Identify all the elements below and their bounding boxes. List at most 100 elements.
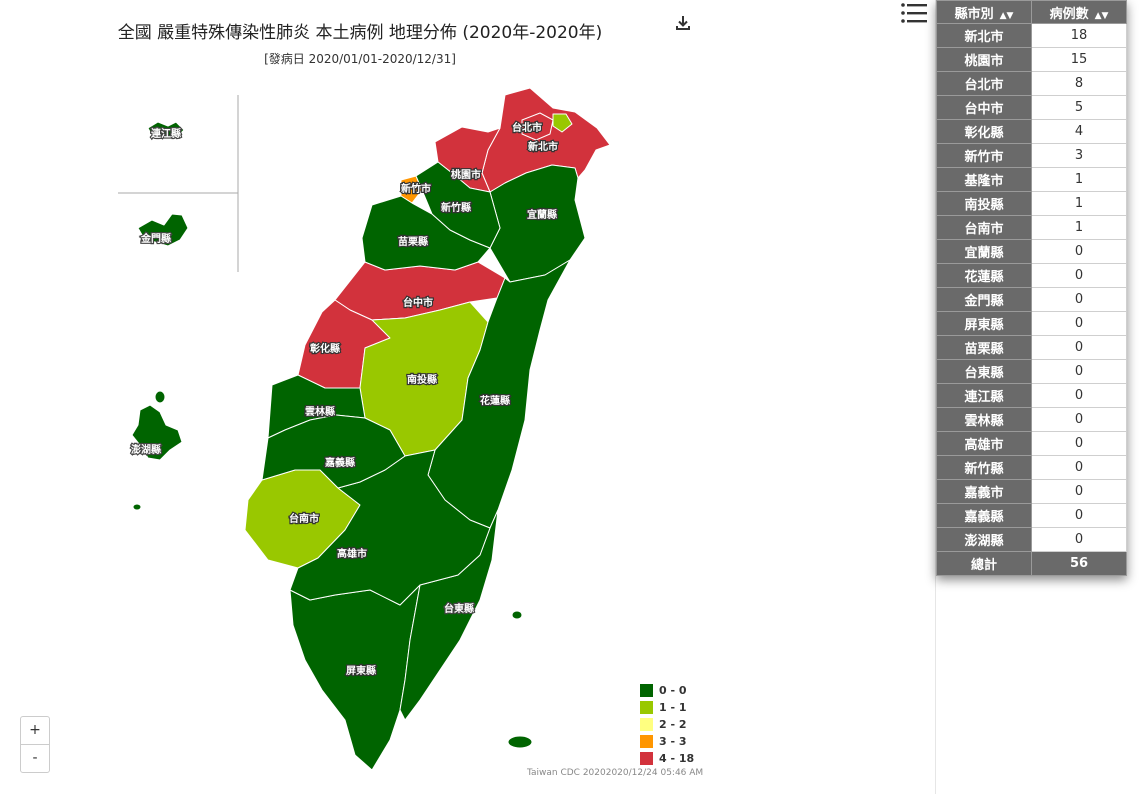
- legend-label: 3 - 3: [659, 735, 687, 748]
- map-region-label: 金門縣: [140, 232, 171, 245]
- legend-swatch: [640, 684, 653, 697]
- case-count-cell: 1: [1031, 167, 1127, 192]
- case-count-cell: 0: [1031, 503, 1127, 528]
- table-row: 高雄市 0: [936, 431, 1127, 456]
- legend-label: 4 - 18: [659, 752, 695, 765]
- case-count-cell: 15: [1031, 47, 1127, 72]
- table-row: 連江縣 0: [936, 383, 1127, 408]
- map-region[interactable]: [334, 261, 506, 321]
- map-region[interactable]: [289, 584, 421, 771]
- table-row: 基隆市 1: [936, 167, 1127, 192]
- column-header-cases-label: 病例數: [1049, 6, 1089, 22]
- legend-swatch: [640, 735, 653, 748]
- map-legend: 0 - 0 1 - 1 2 - 2 3 - 3 4 - 18: [640, 682, 694, 767]
- map-region-label: 雲林縣: [305, 405, 335, 418]
- legend-swatch: [640, 718, 653, 731]
- case-count-cell: 0: [1031, 431, 1127, 456]
- column-header-county-label: 縣市別: [954, 6, 994, 22]
- legend-swatch: [640, 701, 653, 714]
- map-region-label: 南投縣: [407, 373, 437, 386]
- county-name-cell: 南投縣: [936, 191, 1032, 216]
- table-row: 台南市 1: [936, 215, 1127, 240]
- county-name-cell: 金門縣: [936, 287, 1032, 312]
- county-name-cell: 高雄市: [936, 431, 1032, 456]
- table-row: 新竹縣 0: [936, 455, 1127, 480]
- legend-label: 2 - 2: [659, 718, 687, 731]
- total-value: 56: [1031, 551, 1127, 576]
- county-name-cell: 台中市: [936, 95, 1032, 120]
- county-name-cell: 苗栗縣: [936, 335, 1032, 360]
- county-name-cell: 台北市: [936, 71, 1032, 96]
- map-region-label: 新竹縣: [441, 201, 471, 214]
- county-name-cell: 連江縣: [936, 383, 1032, 408]
- island-shape: [511, 610, 523, 620]
- legend-label: 0 - 0: [659, 684, 687, 697]
- column-header-cases[interactable]: 病例數 ▲▼: [1031, 0, 1127, 24]
- case-count-cell: 0: [1031, 311, 1127, 336]
- case-count-cell: 4: [1031, 119, 1127, 144]
- map-region-label: 桃園市: [451, 168, 481, 181]
- map-region-label: 台北市: [512, 121, 542, 134]
- map-region-label: 澎湖縣: [131, 443, 161, 456]
- map-region-label: 台南市: [289, 512, 319, 525]
- map-region-label: 花蓮縣: [480, 394, 510, 407]
- map-region-label: 台中市: [403, 296, 433, 309]
- case-count-cell: 1: [1031, 215, 1127, 240]
- county-name-cell: 屏東縣: [936, 311, 1032, 336]
- county-name-cell: 澎湖縣: [936, 527, 1032, 552]
- legend-item: 4 - 18: [640, 750, 694, 767]
- table-row: 金門縣 0: [936, 287, 1127, 312]
- map-region-label: 屏東縣: [345, 664, 376, 677]
- county-name-cell: 彰化縣: [936, 119, 1032, 144]
- case-count-cell: 0: [1031, 335, 1127, 360]
- table-row: 桃園市 15: [936, 47, 1127, 72]
- table-row: 屏東縣 0: [936, 311, 1127, 336]
- county-name-cell: 台南市: [936, 215, 1032, 240]
- case-count-cell: 0: [1031, 287, 1127, 312]
- table-row: 南投縣 1: [936, 191, 1127, 216]
- taiwan-map: 新北市桃園市 台北市台中市彰化縣 新竹市南投縣台南市 宜蘭縣花蓮縣 金門縣屏東縣 苗栗縣台…: [118, 87, 611, 771]
- map-region-label: 新竹市: [401, 182, 431, 195]
- county-name-cell: 基隆市: [936, 167, 1032, 192]
- case-count-cell: 3: [1031, 143, 1127, 168]
- total-label: 總計: [936, 551, 1032, 576]
- case-count-cell: 1: [1031, 191, 1127, 216]
- sort-icon: ▲▼: [999, 10, 1014, 21]
- zoom-in-button[interactable]: +: [21, 717, 49, 744]
- zoom-control: + -: [20, 716, 50, 773]
- table-row: 苗栗縣 0: [936, 335, 1127, 360]
- table-row: 台北市 8: [936, 71, 1127, 96]
- case-count-cell: 0: [1031, 239, 1127, 264]
- table-row: 新竹市 3: [936, 143, 1127, 168]
- legend-item: 0 - 0: [640, 682, 694, 699]
- county-name-cell: 台東縣: [936, 359, 1032, 384]
- county-name-cell: 花蓮縣: [936, 263, 1032, 288]
- county-name-cell: 嘉義縣: [936, 503, 1032, 528]
- map-region-label: 台東縣: [444, 602, 474, 615]
- county-name-cell: 宜蘭縣: [936, 239, 1032, 264]
- legend-label: 1 - 1: [659, 701, 687, 714]
- case-count-cell: 18: [1031, 23, 1127, 48]
- island-shape: [154, 390, 166, 404]
- case-count-cell: 0: [1031, 359, 1127, 384]
- island-shape: [507, 735, 533, 749]
- column-header-county[interactable]: 縣市別 ▲▼: [936, 0, 1032, 24]
- table-row: 雲林縣 0: [936, 407, 1127, 432]
- island-shape: [132, 503, 142, 511]
- table-row: 彰化縣 4: [936, 119, 1127, 144]
- case-count-cell: 0: [1031, 383, 1127, 408]
- table-row: 宜蘭縣 0: [936, 239, 1127, 264]
- table-row: 花蓮縣 0: [936, 263, 1127, 288]
- county-name-cell: 新北市: [936, 23, 1032, 48]
- case-count-cell: 0: [1031, 479, 1127, 504]
- case-count-cell: 0: [1031, 407, 1127, 432]
- zoom-out-button[interactable]: -: [21, 744, 49, 772]
- map-region-label: 連江縣: [151, 127, 181, 140]
- legend-swatch: [640, 752, 653, 765]
- map-region-label: 彰化縣: [310, 342, 340, 355]
- county-name-cell: 雲林縣: [936, 407, 1032, 432]
- county-name-cell: 桃園市: [936, 47, 1032, 72]
- case-count-cell: 0: [1031, 527, 1127, 552]
- county-name-cell: 嘉義市: [936, 479, 1032, 504]
- table-row: 嘉義市 0: [936, 479, 1127, 504]
